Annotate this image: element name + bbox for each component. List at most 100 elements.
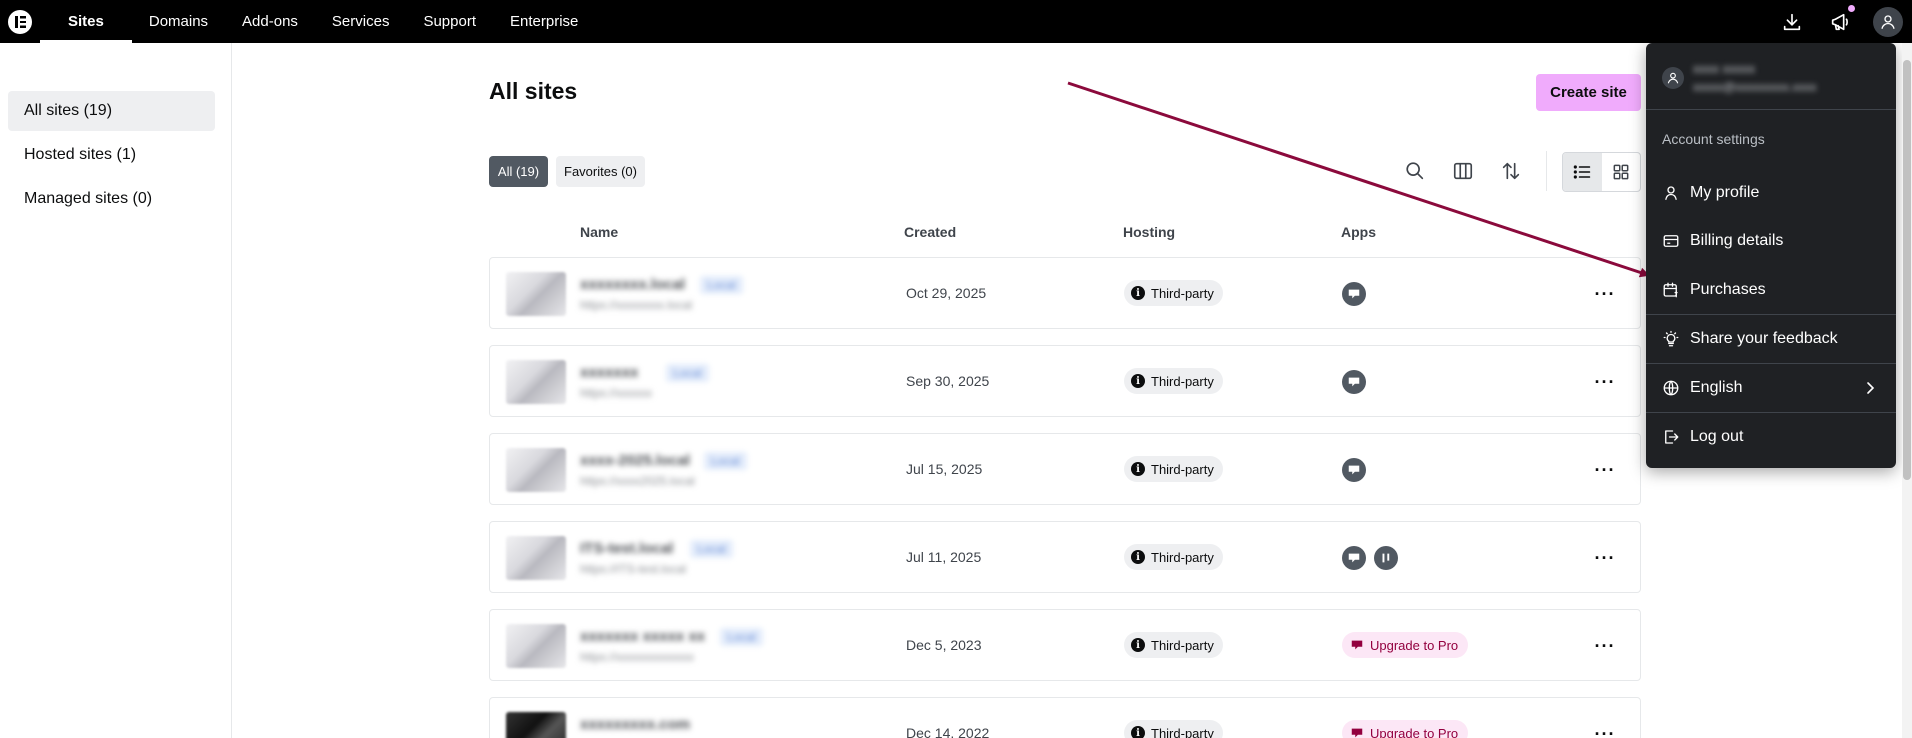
account-user-name: xxxx xxxxx [1693,61,1756,76]
site-name[interactable]: xxxxxxxx.local [580,276,685,293]
account-user-email: xxxxx@xxxxxxxxx.xxxx [1693,80,1817,94]
sidebar-item-hosted-sites[interactable]: Hosted sites (1) [8,135,215,175]
menu-divider [1646,314,1896,315]
view-toggle [1562,152,1641,192]
top-navigation-bar: Sites Domains Add-ons Services Support E… [0,0,1912,43]
megaphone-icon[interactable] [1816,0,1864,43]
create-site-button[interactable]: Create site [1536,74,1641,111]
sort-icon[interactable] [1496,156,1526,186]
info-icon: i [1131,726,1145,738]
user-avatar-icon [1662,67,1684,89]
account-dropdown-menu: xxxx xxxxx xxxxx@xxxxxxxxx.xxxx Account … [1646,43,1896,468]
site-thumbnail [506,536,566,580]
grid-view-icon[interactable] [1602,153,1641,191]
upgrade-to-pro-badge[interactable]: Upgrade to Pro [1342,632,1469,658]
site-name[interactable]: xxxxxxx xxxxx xx [580,628,705,645]
site-name[interactable]: xxxxxxxxx.com [580,716,690,733]
local-badge: Local [700,276,743,294]
table-row[interactable]: xxxxxxxxx.com Dec 14, 2022 i Third-party … [489,697,1641,738]
menu-item-billing-details[interactable]: Billing details [1646,221,1896,261]
upgrade-to-pro-badge[interactable]: Upgrade to Pro [1342,720,1469,738]
globe-icon [1663,380,1679,396]
menu-item-purchases[interactable]: Purchases [1646,270,1896,310]
menu-item-language[interactable]: English [1646,368,1896,408]
user-avatar-icon[interactable] [1864,0,1912,43]
hosting-badge: i Third-party [1124,720,1223,738]
local-badge: Local [666,364,709,382]
hosting-badge: i Third-party [1124,632,1223,658]
nav-item-support[interactable]: Support [406,0,493,43]
local-badge: Local [720,628,763,646]
calendar-dollar-icon [1663,282,1678,298]
toolbar-divider [1546,151,1547,191]
search-icon[interactable] [1400,156,1430,186]
menu-divider [1646,109,1896,110]
elementor-logo-icon[interactable] [0,0,40,43]
more-options-icon[interactable]: ··· [1590,634,1620,658]
sidebar-item-all-sites[interactable]: All sites (19) [8,91,215,131]
nav-item-domains[interactable]: Domains [132,0,225,43]
created-date: Dec 5, 2023 [906,637,982,653]
more-options-icon[interactable]: ··· [1590,722,1620,738]
site-url: https://xxxx2025.local [580,474,695,488]
page-title: All sites [489,78,578,104]
nav-item-add-ons[interactable]: Add-ons [225,0,315,43]
menu-item-log-out[interactable]: Log out [1646,417,1896,457]
created-date: Oct 29, 2025 [906,285,987,301]
column-header-created: Created [904,224,957,240]
site-name[interactable]: xxxx-2025.local [580,452,690,469]
site-name[interactable]: ITS-test.local [580,540,673,557]
nav-item-sites[interactable]: Sites [40,0,132,43]
site-url: https://xxxxxxxx.local [580,298,693,312]
person-icon [1665,186,1677,200]
sidebar-item-managed-sites[interactable]: Managed sites (0) [8,179,215,219]
table-row[interactable]: ITS-test.local Local https://ITS-test.lo… [489,521,1641,593]
credit-card-icon [1663,235,1679,247]
menu-item-share-feedback[interactable]: Share your feedback [1646,319,1896,359]
more-options-icon[interactable]: ··· [1590,458,1620,482]
site-app-icon[interactable] [1342,370,1366,394]
lightbulb-icon [1663,330,1679,347]
info-icon: i [1131,462,1145,476]
nav-item-enterprise[interactable]: Enterprise [493,0,595,43]
table-row[interactable]: xxxxxxx Local https://xxxxxx Sep 30, 202… [489,345,1641,417]
site-app-icon[interactable] [1342,282,1366,306]
more-options-icon[interactable]: ··· [1590,282,1620,306]
site-thumbnail [506,360,566,404]
pause-app-icon[interactable] [1374,546,1398,570]
site-app-icon[interactable] [1342,546,1366,570]
notification-dot [1848,5,1855,12]
account-user-info: xxxx xxxxx xxxxx@xxxxxxxxx.xxxx [1646,43,1896,109]
logout-icon [1665,430,1679,444]
local-badge: Local [704,452,747,470]
table-row[interactable]: xxxxxxx xxxxx xx Local https://xxxxxxxxx… [489,609,1641,681]
filter-chip-all[interactable]: All (19) [489,156,548,187]
site-thumbnail [506,624,566,668]
more-options-icon[interactable]: ··· [1590,546,1620,570]
hosting-badge: i Third-party [1124,456,1223,482]
site-thumbnail [506,712,566,738]
hosting-badge: i Third-party [1124,280,1223,306]
site-name[interactable]: xxxxxxx [580,364,638,381]
info-icon: i [1131,550,1145,564]
columns-icon[interactable] [1448,156,1478,186]
table-row[interactable]: xxxxxxxx.local Local https://xxxxxxxx.lo… [489,257,1641,329]
list-view-icon[interactable] [1563,153,1602,191]
menu-item-my-profile[interactable]: My profile [1646,173,1896,213]
download-icon[interactable] [1768,0,1816,43]
site-app-icon[interactable] [1342,458,1366,482]
menu-divider [1646,363,1896,364]
scrollbar-thumb[interactable] [1903,60,1911,480]
created-date: Dec 14, 2022 [906,725,990,738]
more-options-icon[interactable]: ··· [1590,370,1620,394]
menu-divider [1646,412,1896,413]
column-header-apps: Apps [1341,224,1376,240]
site-thumbnail [506,272,566,316]
created-date: Jul 15, 2025 [906,461,983,477]
filter-chip-favorites[interactable]: Favorites (0) [556,156,645,187]
nav-item-services[interactable]: Services [315,0,407,43]
table-row[interactable]: xxxx-2025.local Local https://xxxx2025.l… [489,433,1641,505]
info-icon: i [1131,374,1145,388]
info-icon: i [1131,638,1145,652]
chevron-right-icon [1867,382,1875,394]
